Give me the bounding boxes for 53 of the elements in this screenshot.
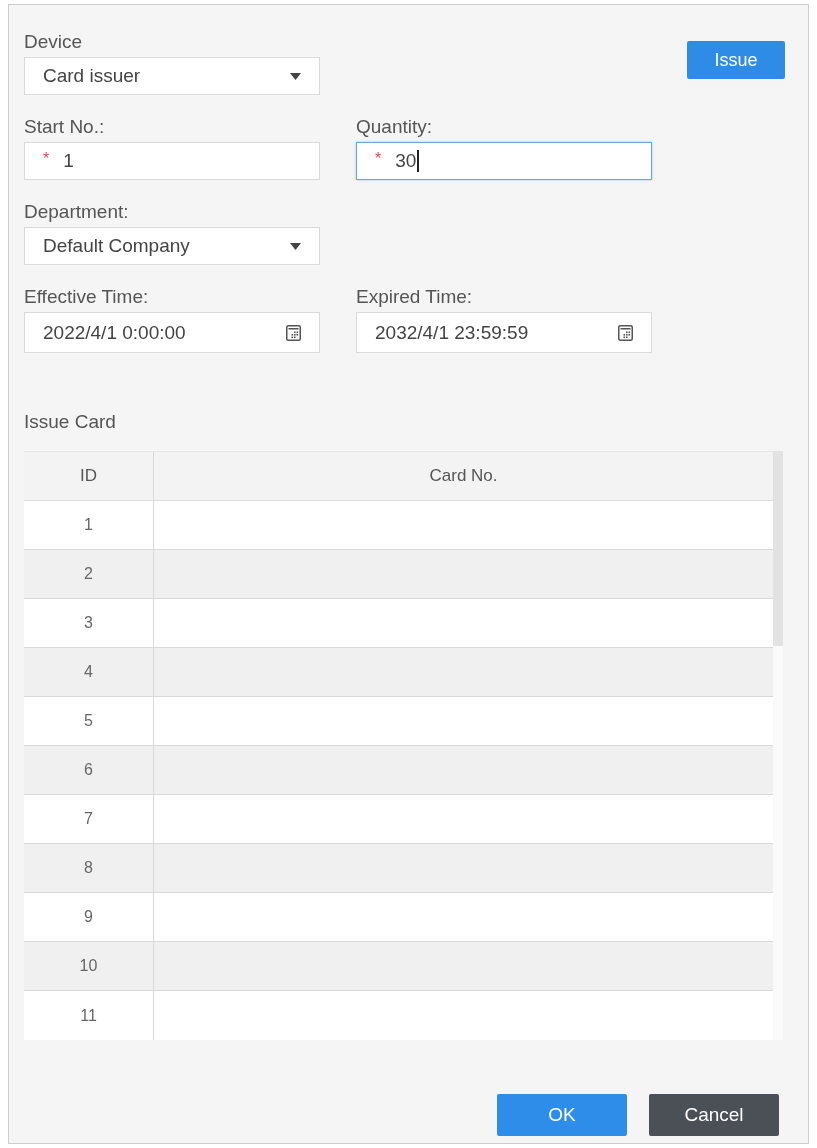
table-cell: 9	[24, 893, 154, 941]
field-value: 1	[63, 150, 74, 172]
required-asterisk: *	[375, 151, 382, 167]
field-label: Expired Time:	[356, 286, 473, 308]
table-row[interactable]: 8	[24, 844, 773, 893]
text-cursor-icon	[417, 150, 420, 172]
field-value: Card issuer	[43, 65, 141, 87]
table-cell: 8	[24, 844, 154, 892]
column-header: ID	[24, 452, 154, 500]
cancel-button[interactable]: Cancel	[649, 1094, 779, 1136]
caret-icon	[290, 242, 301, 250]
required-asterisk: *	[43, 151, 50, 167]
table-cell: 7	[24, 795, 154, 843]
table-cell: 5	[24, 697, 154, 745]
field-label: Effective Time:	[24, 286, 149, 308]
table-row[interactable]: 5	[24, 697, 773, 746]
table-row[interactable]: 10	[24, 942, 773, 991]
field-label: Start No.:	[24, 116, 105, 138]
table-cell: 6	[24, 746, 154, 794]
column-header: Card No.	[428, 465, 499, 487]
table-cell: 10	[24, 942, 154, 990]
field-value: 30	[395, 150, 417, 172]
field-label: Quantity:	[356, 116, 433, 138]
input-field[interactable]: * 30	[356, 142, 652, 180]
ok-button[interactable]: OK	[497, 1094, 627, 1136]
field-value: 2032/4/1 23:59:59	[375, 321, 529, 344]
field-value: 2022/4/1 0:00:00	[43, 321, 186, 344]
table-row[interactable]: 6	[24, 746, 773, 795]
dropdown[interactable]: Card issuer	[24, 57, 320, 95]
table-row[interactable]: 3	[24, 599, 773, 648]
table-row[interactable]: 4	[24, 648, 773, 697]
table-cell: 1	[24, 501, 154, 549]
field-label: Device	[24, 31, 83, 53]
caret-icon	[290, 72, 301, 80]
table-cell: 4	[24, 648, 154, 696]
dropdown[interactable]: Default Company	[24, 227, 320, 265]
calendar-icon[interactable]	[618, 324, 633, 341]
table-cell: 11	[24, 991, 154, 1040]
table-row[interactable]: 7	[24, 795, 773, 844]
date-field[interactable]: 2032/4/1 23:59:59	[356, 312, 652, 353]
table-cell: 3	[24, 599, 154, 647]
section-title: Issue Card	[24, 411, 116, 433]
field-label: Department:	[24, 201, 129, 223]
table-row[interactable]: 9	[24, 893, 773, 942]
date-field[interactable]: 2022/4/1 0:00:00	[24, 312, 320, 353]
input-field[interactable]: * 1	[24, 142, 320, 180]
issue-button[interactable]: Issue	[687, 41, 785, 79]
scrollbar-thumb[interactable]	[773, 451, 783, 646]
calendar-icon[interactable]	[286, 324, 301, 341]
table-cell: 2	[24, 550, 154, 598]
field-value: Default Company	[43, 235, 190, 257]
table-row[interactable]: 2	[24, 550, 773, 599]
table-row[interactable]: 1	[24, 501, 773, 550]
